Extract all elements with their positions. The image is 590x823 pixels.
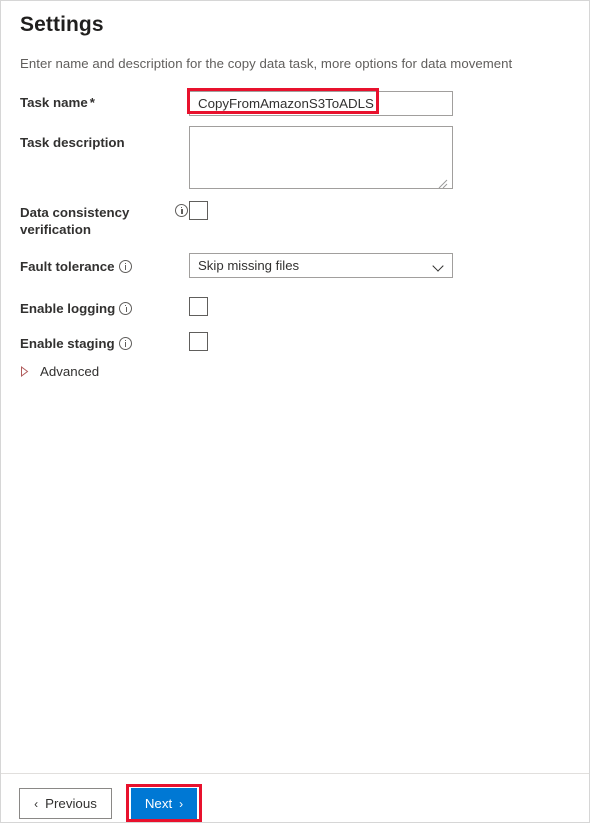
info-circle-icon[interactable] [118,260,132,273]
info-circle-icon[interactable] [119,302,133,315]
footer-divider [1,773,589,774]
fault-tolerance-label: Fault tolerance [20,258,190,275]
data-consistency-label: Data consistency verification [20,205,130,237]
fault-tolerance-dropdown[interactable]: Skip missing files [189,253,453,278]
enable-logging-label: Enable logging [20,300,190,317]
settings-panel: Settings Enter name and description for … [0,0,590,823]
task-name-label: Task name * [20,94,180,111]
previous-button-label: Previous [45,796,97,811]
task-description-label: Task description [20,135,125,150]
next-button-label: Next [144,796,173,811]
next-button[interactable]: Next › [131,788,197,819]
task-description-textarea[interactable] [189,126,453,189]
info-circle-icon[interactable] [118,337,132,350]
task-name-input[interactable] [189,91,453,116]
enable-staging-label-text: Enable staging [20,336,115,351]
triangle-right-icon [20,366,29,377]
enable-staging-checkbox[interactable] [189,332,208,351]
task-name-label-text: Task name [20,95,88,110]
enable-logging-checkbox[interactable] [189,297,208,316]
fault-tolerance-selected-value: Skip missing files [198,258,300,273]
previous-button[interactable]: ‹ Previous [19,788,112,819]
page-title: Settings [20,13,104,36]
chevron-right-icon: › [179,796,184,811]
data-consistency-checkbox[interactable] [189,201,208,220]
advanced-expander[interactable]: Advanced [20,364,99,379]
info-circle-icon[interactable] [175,204,188,217]
page-subtitle: Enter name and description for the copy … [20,56,513,71]
enable-staging-label: Enable staging [20,335,190,352]
required-asterisk: * [89,95,95,110]
chevron-down-icon [433,260,444,271]
fault-tolerance-label-text: Fault tolerance [20,259,115,274]
advanced-label: Advanced [40,364,100,379]
enable-logging-label-text: Enable logging [20,301,116,316]
chevron-left-icon: ‹ [34,796,39,811]
